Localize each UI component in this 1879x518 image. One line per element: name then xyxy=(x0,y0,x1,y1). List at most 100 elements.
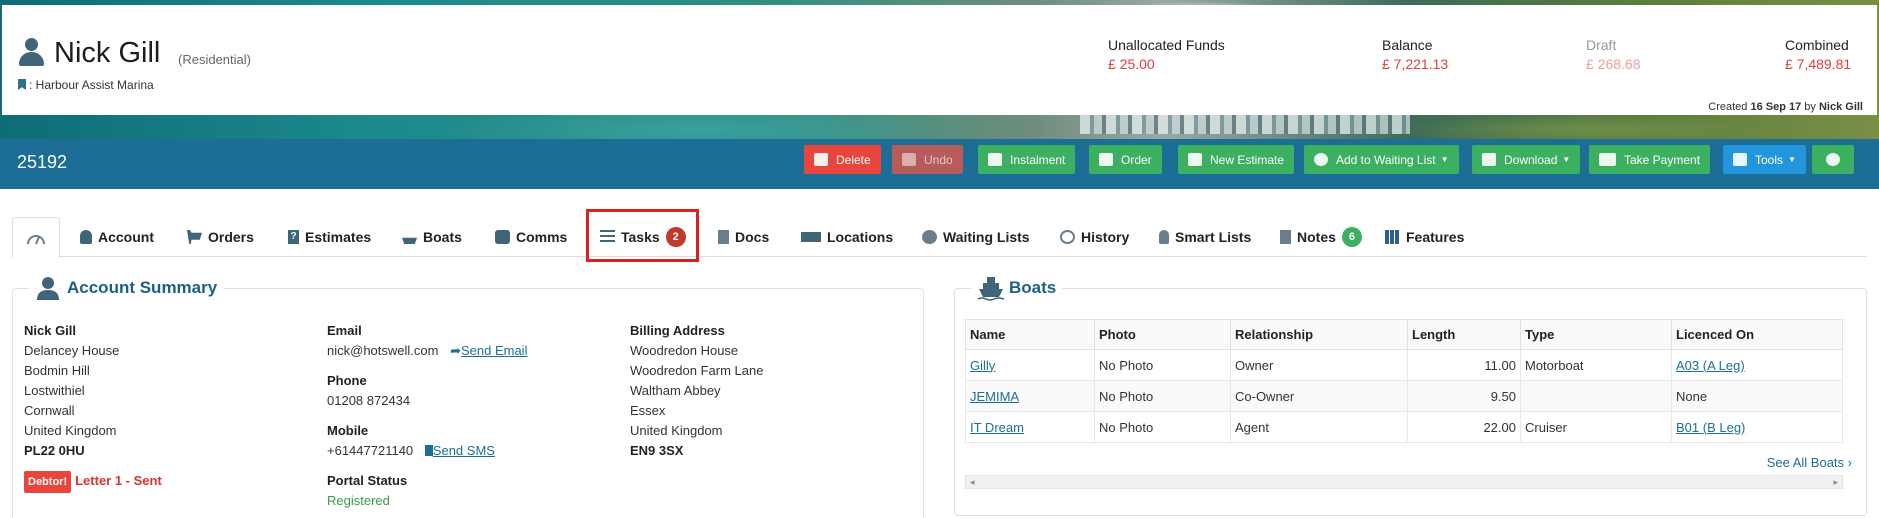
boat-name-link[interactable]: JEMIMA xyxy=(970,389,1019,404)
portal-status-value: Registered xyxy=(327,493,390,508)
chevron-right-icon: › xyxy=(1847,455,1852,470)
column-header[interactable]: Type xyxy=(1520,319,1672,350)
download-icon xyxy=(1482,153,1496,166)
refresh-icon xyxy=(988,153,1002,166)
boat-name-link[interactable]: IT Dream xyxy=(970,420,1024,435)
table-row: IT Dream No Photo Agent 22.00 Cruiser B0… xyxy=(965,411,1843,443)
see-all-label: See All Boats xyxy=(1766,455,1845,470)
tab-history[interactable]: History xyxy=(1060,217,1129,257)
record-id: 25192 xyxy=(17,152,68,172)
licence-link[interactable]: A03 (A Leg) xyxy=(1676,358,1745,373)
tab-boats[interactable]: Boats xyxy=(402,217,462,257)
bed-icon xyxy=(801,232,821,242)
created-by: Nick Gill xyxy=(1818,101,1863,113)
combined: Combined £ 7,489.81 xyxy=(1785,37,1851,72)
caret-down-icon: ▼ xyxy=(1440,155,1449,164)
customer-address: Nick Gill Delancey House Bodmin Hill Los… xyxy=(24,321,162,493)
billing-label: Billing Address xyxy=(630,323,725,338)
boat-name-link[interactable]: Gilly xyxy=(970,358,995,373)
unallocated-funds: Unallocated Funds £ 25.00 xyxy=(1108,37,1225,72)
tab-bar: Account Orders ? Estimates Boats Comms Ta… xyxy=(12,217,1867,258)
fund-label: Draft xyxy=(1586,37,1617,53)
billing-line: United Kingdom xyxy=(630,423,723,438)
tab-account[interactable]: Account xyxy=(80,217,154,257)
boat-photo: No Photo xyxy=(1094,411,1231,443)
tools-button[interactable]: Tools ▼ xyxy=(1723,145,1806,174)
user-icon xyxy=(80,230,92,244)
delete-label: Delete xyxy=(836,152,871,167)
tab-comms[interactable]: Comms xyxy=(495,217,567,257)
tab-notes[interactable]: Notes 6 xyxy=(1280,217,1362,257)
settings-button[interactable] xyxy=(1812,145,1854,174)
fund-value: £ 25.00 xyxy=(1108,56,1155,72)
column-header[interactable]: Photo xyxy=(1094,319,1231,350)
scroll-left-icon[interactable]: ◂ xyxy=(970,476,975,488)
tab-features[interactable]: Features xyxy=(1385,217,1464,257)
add-to-waiting-list-button[interactable]: Add to Waiting List ▼ xyxy=(1304,145,1459,174)
address-line: Cornwall xyxy=(24,403,75,418)
customer-name: Nick Gill xyxy=(54,37,161,69)
tab-dashboard[interactable] xyxy=(12,217,60,258)
tab-label: Estimates xyxy=(305,229,372,245)
licence-link[interactable]: B01 (B Leg) xyxy=(1676,420,1745,435)
address-line: United Kingdom xyxy=(24,423,117,438)
bookmark-icon xyxy=(18,79,26,90)
tab-smart-lists[interactable]: Smart Lists xyxy=(1159,217,1251,257)
fund-value: £ 7,489.81 xyxy=(1785,56,1852,72)
tools-label: Tools xyxy=(1755,152,1784,167)
fund-value: £ 268.68 xyxy=(1586,56,1641,72)
instalment-button[interactable]: Instalment xyxy=(978,145,1076,174)
tab-docs[interactable]: Docs xyxy=(718,217,769,257)
take-payment-button[interactable]: Take Payment xyxy=(1589,145,1711,174)
created-date: 16 Sep 17 xyxy=(1750,101,1802,113)
debtor-status: Letter 1 - Sent xyxy=(75,473,162,488)
boat-length: 11.00 xyxy=(1407,349,1521,381)
column-header[interactable]: Relationship xyxy=(1230,319,1408,350)
wrench-icon xyxy=(1733,153,1747,166)
send-email-link[interactable]: Send Email xyxy=(461,343,527,358)
column-header[interactable]: Length xyxy=(1407,319,1521,350)
billing-line: Woodredon Farm Lane xyxy=(630,363,764,378)
undo-button[interactable]: Undo xyxy=(892,145,963,174)
customer-header: Nick Gill (Residential) : Harbour Assist… xyxy=(2,5,1877,115)
boat-relationship: Agent xyxy=(1230,411,1408,443)
address-line: Bodmin Hill xyxy=(24,363,90,378)
horizontal-scrollbar[interactable]: ◂ ▸ xyxy=(965,475,1843,489)
account-summary-panel: Account Summary Nick Gill Delancey House… xyxy=(12,275,924,518)
tab-label: Orders xyxy=(208,229,254,245)
column-header[interactable]: Licenced On xyxy=(1671,319,1843,350)
tab-estimates[interactable]: ? Estimates xyxy=(288,217,371,257)
tab-locations[interactable]: Locations xyxy=(801,217,893,257)
boat-icon xyxy=(402,237,417,244)
panel-title-text: Account Summary xyxy=(67,278,218,297)
clock-icon xyxy=(1314,153,1328,166)
boats-panel: Boats Name Photo Relationship Length Typ… xyxy=(954,275,1867,516)
fund-value: £ 7,221.13 xyxy=(1382,56,1449,72)
tab-waiting-lists[interactable]: Waiting Lists xyxy=(922,217,1030,257)
contact-details: Email nick@hotswell.com ➦Send Email Phon… xyxy=(327,321,527,511)
undo-label: Undo xyxy=(924,152,953,167)
billing-address: Billing Address Woodredon House Woodredo… xyxy=(630,321,763,461)
tab-label: History xyxy=(1081,229,1130,245)
created-by-prefix: by xyxy=(1801,101,1819,113)
history-icon xyxy=(1060,230,1075,244)
delete-button[interactable]: Delete xyxy=(804,145,881,174)
boat-type xyxy=(1520,380,1672,412)
new-estimate-button[interactable]: New Estimate xyxy=(1178,145,1295,174)
billing-line: Essex xyxy=(630,403,666,418)
credit-card-icon xyxy=(1599,153,1616,166)
action-bar: 25192 Delete Undo Instalment Order New E… xyxy=(0,139,1879,189)
send-sms-link[interactable]: Send SMS xyxy=(433,443,495,458)
billing-line: Waltham Abbey xyxy=(630,383,721,398)
debtor-badge: Debtor! xyxy=(24,471,72,493)
scroll-right-icon[interactable]: ▸ xyxy=(1833,476,1838,488)
tab-label: Comms xyxy=(516,229,568,245)
caret-down-icon: ▼ xyxy=(1788,155,1796,164)
download-button[interactable]: Download ▼ xyxy=(1472,145,1581,174)
order-button[interactable]: Order xyxy=(1089,145,1162,174)
trash-icon xyxy=(814,153,828,166)
see-all-boats-link[interactable]: See All Boats › xyxy=(1767,455,1852,470)
column-header[interactable]: Name xyxy=(965,319,1095,350)
tab-orders[interactable]: Orders xyxy=(187,217,254,257)
billing-postcode: EN9 3SX xyxy=(630,443,684,458)
